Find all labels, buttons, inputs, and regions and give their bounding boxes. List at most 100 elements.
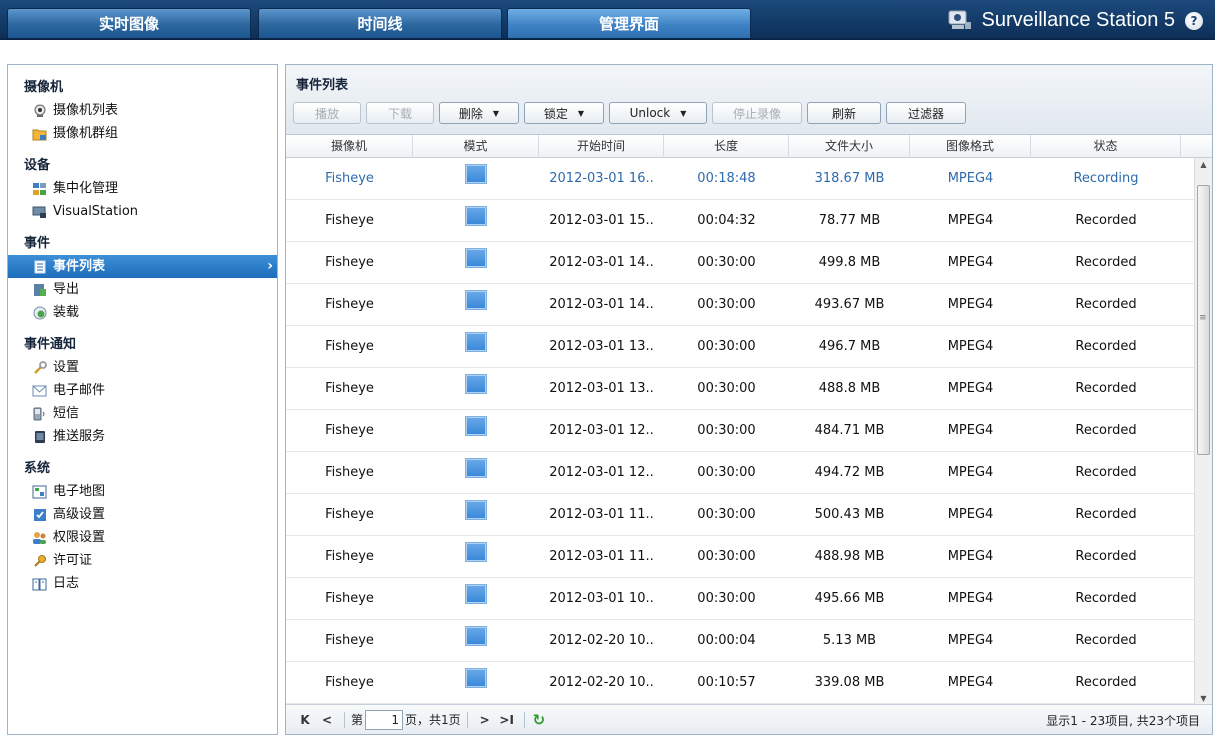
sidebar-item-emap[interactable]: 电子地图 — [8, 480, 277, 503]
sidebar-item-mount[interactable]: 装载 — [8, 301, 277, 324]
sidebar-item-advanced[interactable]: 高级设置 — [8, 503, 277, 526]
mode-icon — [465, 584, 487, 604]
cell-status: Recorded — [1075, 423, 1137, 438]
cell-status: Recorded — [1075, 297, 1137, 312]
scroll-grip-icon: ≡ — [1199, 313, 1207, 323]
next-page-button[interactable]: > — [474, 713, 496, 727]
table-row[interactable]: Fisheye 2012-03-01 13.. 00:30:00 488.8 MB MP… — [286, 368, 1194, 410]
cell-mode — [413, 200, 539, 241]
table-row[interactable]: Fisheye 2012-03-01 11.. 00:30:00 488.98 MB M… — [286, 536, 1194, 578]
scroll-up-icon[interactable]: ▲ — [1195, 158, 1212, 172]
sidebar-item-label: 摄像机列表 — [53, 103, 119, 118]
cell-camera: Fisheye — [325, 171, 374, 186]
sidebar-item-camera-group[interactable]: 摄像机群组 — [8, 122, 277, 145]
tab-management[interactable]: 管理界面 — [507, 8, 751, 38]
table-row[interactable]: Fisheye 2012-03-01 14.. 00:30:00 493.67 MB M… — [286, 284, 1194, 326]
cell-mode — [413, 326, 539, 367]
download-button[interactable]: 下载 — [366, 102, 434, 124]
dropdown-arrow-icon: ▼ — [492, 108, 500, 118]
sidebar-item-license[interactable]: 许可证 — [8, 549, 277, 572]
table-row[interactable]: Fisheye 2012-03-01 16.. 00:18:48 318.67 MB M… — [286, 158, 1194, 200]
email-icon — [32, 384, 47, 398]
sidebar-section-device: 设备 — [24, 158, 51, 173]
mode-icon — [465, 206, 487, 226]
sidebar-item-privilege[interactable]: 权限设置 — [8, 526, 277, 549]
cell-camera: Fisheye — [325, 213, 374, 228]
toolbar: 播放 下载 删除 ▼ 锁定 ▼ Unlock ▼ 停止录像 刷新 过滤器 — [293, 102, 966, 124]
pager-divider — [344, 711, 345, 728]
vertical-scrollbar[interactable]: ▲ ≡ ▼ — [1194, 158, 1212, 706]
cell-file-size: 500.43 MB — [814, 507, 885, 522]
sidebar-item-settings[interactable]: 设置 — [8, 356, 277, 379]
column-header-mode[interactable]: 模式 — [413, 135, 539, 158]
lock-button[interactable]: 锁定 ▼ — [524, 102, 604, 124]
unlock-button[interactable]: Unlock ▼ — [609, 102, 707, 124]
advanced-settings-icon — [32, 508, 47, 522]
first-page-button[interactable]: K — [294, 713, 316, 727]
log-book-icon — [32, 577, 47, 591]
table-row[interactable]: Fisheye 2012-03-01 14.. 00:30:00 499.8 MB MP… — [286, 242, 1194, 284]
help-icon[interactable]: ? — [1185, 12, 1203, 30]
cell-camera: Fisheye — [325, 381, 374, 396]
column-header-status[interactable]: 状态 — [1031, 135, 1181, 158]
table-header: 摄像机 模式 开始时间 长度 文件大小 图像格式 状态 — [286, 135, 1212, 158]
sidebar-item-label: 集中化管理 — [53, 181, 119, 196]
table-row[interactable]: Fisheye 2012-03-01 11.. 00:30:00 500.43 MB M… — [286, 494, 1194, 536]
mode-icon — [465, 416, 487, 436]
cell-format: MPEG4 — [947, 549, 994, 564]
mode-icon — [465, 290, 487, 310]
sidebar-item-visualstation[interactable]: VisualStation — [8, 200, 277, 223]
table-row[interactable]: Fisheye 2012-02-20 10.. 00:10:57 339.08 MB M… — [286, 662, 1194, 704]
sidebar-item-push-service[interactable]: 推送服务 — [8, 425, 277, 448]
sidebar-item-sms[interactable]: 短信 — [8, 402, 277, 425]
cell-format: MPEG4 — [947, 423, 994, 438]
cell-file-size: 495.66 MB — [814, 591, 885, 606]
tab-timeline[interactable]: 时间线 — [258, 8, 502, 38]
cell-format: MPEG4 — [947, 213, 994, 228]
sidebar-item-cms[interactable]: 集中化管理 — [8, 177, 277, 200]
dropdown-arrow-icon: ▼ — [577, 108, 585, 118]
stop-recording-button[interactable]: 停止录像 — [712, 102, 802, 124]
sidebar-item-event-list[interactable]: 事件列表 › — [8, 255, 277, 278]
table-row[interactable]: Fisheye 2012-02-20 10.. 00:00:04 5.13 MB MPE… — [286, 620, 1194, 662]
cell-file-size: 493.67 MB — [814, 297, 885, 312]
column-header-length[interactable]: 长度 — [664, 135, 789, 158]
sidebar-item-camera-list[interactable]: 摄像机列表 — [8, 99, 277, 122]
folder-camera-icon — [32, 127, 47, 141]
cell-status: Recorded — [1075, 213, 1137, 228]
play-button-label: 播放 — [314, 106, 339, 121]
table-row[interactable]: Fisheye 2012-03-01 10.. 00:30:00 495.66 MB M… — [286, 578, 1194, 620]
refresh-button-label: 刷新 — [831, 106, 856, 121]
cell-length: 00:30:00 — [697, 339, 756, 354]
table-row[interactable]: Fisheye 2012-03-01 13.. 00:30:00 496.7 MB MP… — [286, 326, 1194, 368]
column-header-start-time[interactable]: 开始时间 — [539, 135, 664, 158]
sidebar-item-label: 日志 — [53, 576, 80, 591]
refresh-button[interactable]: 刷新 — [807, 102, 881, 124]
cell-format: MPEG4 — [947, 255, 994, 270]
table-row[interactable]: Fisheye 2012-03-01 15.. 00:04:32 78.77 MB MP… — [286, 200, 1194, 242]
previous-page-button[interactable]: < — [316, 713, 338, 727]
page-number-input[interactable]: 1 — [365, 709, 404, 730]
cell-format: MPEG4 — [947, 465, 994, 480]
refresh-icon[interactable]: ↻ — [533, 711, 546, 729]
last-page-button[interactable]: >I — [496, 713, 518, 727]
table-row[interactable]: Fisheye 2012-03-01 12.. 00:30:00 494.72 MB M… — [286, 452, 1194, 494]
download-button-label: 下载 — [387, 106, 412, 121]
cell-length: 00:30:00 — [697, 549, 756, 564]
column-header-file-size[interactable]: 文件大小 — [789, 135, 910, 158]
cell-status: Recording — [1073, 171, 1139, 186]
filter-button-label: 过滤器 — [907, 106, 944, 121]
delete-button[interactable]: 删除 ▼ — [439, 102, 519, 124]
column-header-camera[interactable]: 摄像机 — [286, 135, 413, 158]
table-row[interactable]: Fisheye 2012-03-01 12.. 00:30:00 484.71 MB M… — [286, 410, 1194, 452]
cell-format: MPEG4 — [947, 507, 994, 522]
sidebar-item-email[interactable]: 电子邮件 — [8, 379, 277, 402]
sidebar-item-log[interactable]: 日志 — [8, 572, 277, 595]
sidebar-item-export[interactable]: 导出 — [8, 278, 277, 301]
cell-length: 00:10:57 — [697, 675, 756, 690]
page-count-label: 页，共1页 — [405, 713, 461, 727]
play-button[interactable]: 播放 — [293, 102, 361, 124]
filter-button[interactable]: 过滤器 — [886, 102, 966, 124]
column-header-format[interactable]: 图像格式 — [910, 135, 1031, 158]
tab-live-view[interactable]: 实时图像 — [7, 8, 251, 38]
